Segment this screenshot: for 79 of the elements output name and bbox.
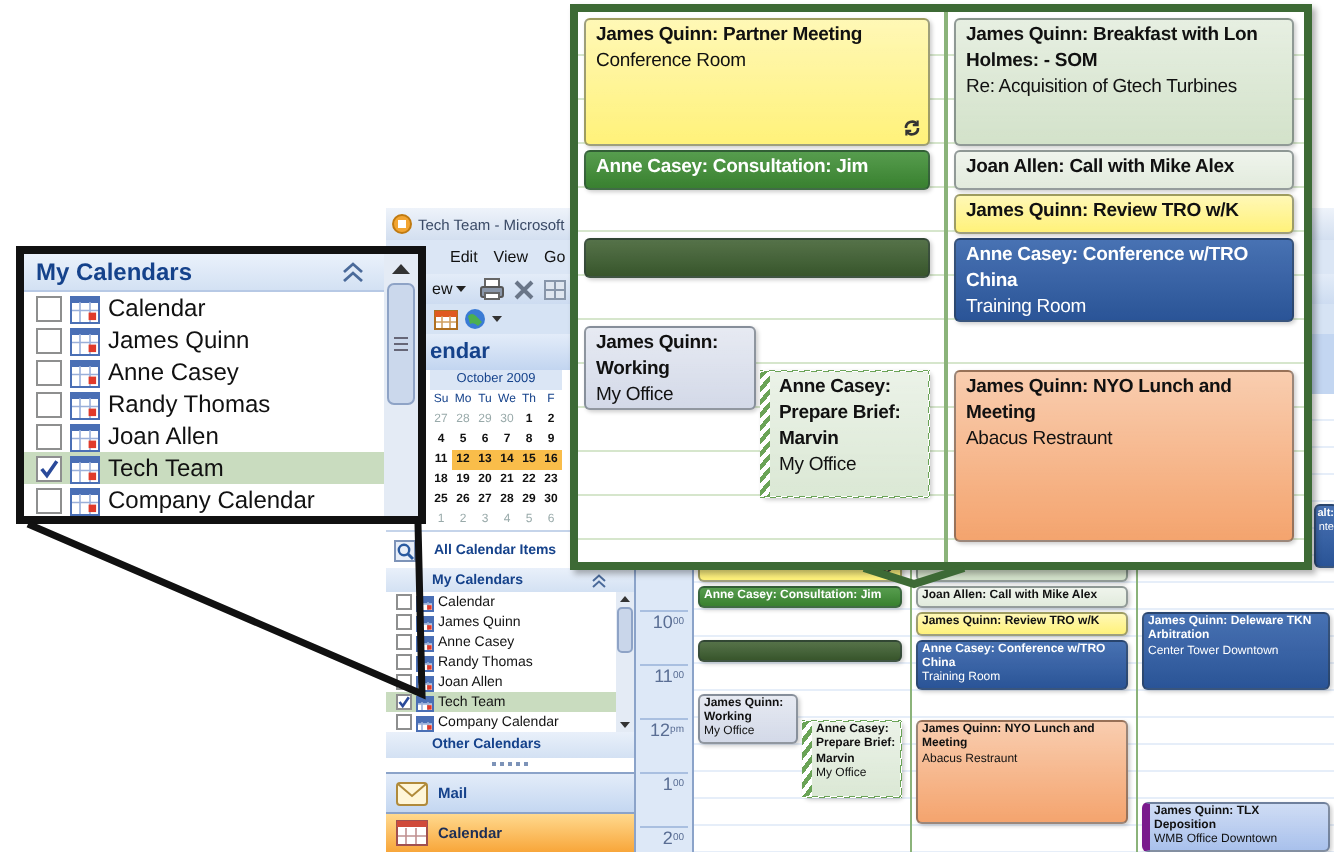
event-title: Anne Casey: Conference w/TRO China bbox=[966, 244, 1250, 296]
calendar-list-item[interactable]: James Quinn bbox=[24, 324, 384, 356]
scrollbar[interactable] bbox=[384, 254, 418, 516]
double-chevron-icon[interactable] bbox=[592, 573, 606, 587]
event-location: Re: Acquisition of Gtech Turbines bbox=[966, 75, 1240, 102]
checkbox[interactable] bbox=[396, 634, 412, 650]
checkbox[interactable] bbox=[36, 327, 62, 353]
calendar-event[interactable] bbox=[584, 238, 930, 279]
calendar-list-item[interactable]: Anne Casey bbox=[24, 356, 384, 388]
calendar-event[interactable]: James Quinn: Partner Meeting Conference Room bbox=[584, 18, 930, 147]
time-label: 10$^{00}$ bbox=[640, 610, 688, 664]
time-label: 2$^{00}$ bbox=[640, 826, 688, 852]
menu-item[interactable]: View bbox=[493, 248, 528, 266]
calendar-icon bbox=[70, 421, 100, 451]
calendar-event[interactable] bbox=[698, 639, 902, 662]
event-location: Training Room bbox=[966, 295, 1088, 322]
calendar-event[interactable]: James Quinn: NYO Lunch and Meeting Abacus Restraunt bbox=[954, 370, 1294, 543]
calendar-list-item[interactable]: Calendar bbox=[24, 292, 384, 324]
double-chevron-icon[interactable] bbox=[342, 262, 364, 282]
checkbox[interactable] bbox=[396, 654, 412, 670]
event-location: Conference Room bbox=[596, 49, 748, 76]
printer-icon[interactable] bbox=[480, 278, 505, 300]
new-button[interactable]: ew bbox=[428, 280, 471, 298]
calendar-icon bbox=[70, 389, 100, 419]
checkbox[interactable] bbox=[36, 487, 62, 513]
menu-item[interactable]: Go bbox=[544, 248, 566, 266]
calendar-list-item[interactable]: Company Calendar bbox=[24, 484, 384, 516]
event-title: Anne Casey: Consultation: Jim bbox=[596, 156, 871, 182]
calendar-event[interactable]: Anne Casey: Prepare Brief: Marvin My Office bbox=[759, 370, 930, 499]
event-title: James Quinn: Breakfast with Lon Holmes: - SOM bbox=[966, 24, 1260, 76]
grip-icon[interactable] bbox=[492, 760, 528, 768]
checkbox[interactable] bbox=[396, 694, 412, 710]
event-location: My Office bbox=[596, 383, 676, 410]
checkbox[interactable] bbox=[36, 295, 62, 321]
calendar-list-item[interactable]: Tech Team bbox=[24, 452, 384, 484]
calendar-icon bbox=[70, 357, 100, 387]
delete-icon[interactable] bbox=[514, 279, 535, 299]
calendar-icon bbox=[70, 453, 100, 483]
event-location: Abacus Restraunt bbox=[966, 427, 1115, 454]
menu-item[interactable]: Edit bbox=[450, 248, 478, 266]
calendar-icon bbox=[416, 713, 434, 731]
calendar-event[interactable]: Joan Allen: Call with Mike Alex bbox=[954, 150, 1294, 191]
calendar-icon bbox=[70, 325, 100, 355]
search-icon bbox=[394, 539, 416, 561]
scrollbar[interactable] bbox=[616, 592, 634, 732]
event-title: Anne Casey: Prepare Brief: Marvin bbox=[779, 376, 903, 454]
event-location: My Office bbox=[779, 453, 859, 479]
event-title: James Quinn: Review TRO w/K bbox=[966, 200, 1241, 226]
caret-icon bbox=[456, 286, 467, 292]
calendar-event[interactable]: James Quinn: Breakfast with Lon Holmes: - SOM Re: Acquisition of Gtech Turbines bbox=[954, 18, 1294, 147]
checkbox[interactable] bbox=[36, 391, 62, 417]
calendar-event[interactable]: Anne Casey: Conference w/TRO China Training Room bbox=[954, 238, 1294, 323]
time-label: 12$^{pm}$ bbox=[640, 718, 688, 772]
calendar-icon bbox=[70, 293, 100, 323]
checkbox[interactable] bbox=[36, 455, 62, 481]
envelope-icon bbox=[396, 781, 428, 805]
checkbox[interactable] bbox=[396, 594, 412, 610]
app-icon bbox=[392, 214, 412, 234]
time-label: 1$^{00}$ bbox=[640, 772, 688, 826]
event-title: James Quinn: NYO Lunch and Meeting bbox=[966, 376, 1234, 428]
calendar-icon bbox=[416, 693, 434, 711]
calendar-event[interactable]: Anne Casey: Consultation: Jim bbox=[584, 150, 930, 191]
checkbox[interactable] bbox=[36, 359, 62, 385]
section-header[interactable]: My Calendars bbox=[24, 254, 384, 292]
caret-icon[interactable] bbox=[492, 316, 502, 322]
calendar-list-item[interactable]: Randy Thomas bbox=[24, 388, 384, 420]
calendar-icon[interactable] bbox=[434, 308, 458, 330]
calendar-icon bbox=[70, 485, 100, 515]
event-title: James Quinn: Partner Meeting bbox=[596, 24, 865, 50]
time-label: 11$^{00}$ bbox=[640, 664, 688, 718]
calendar-list-item[interactable]: Joan Allen bbox=[24, 420, 384, 452]
event-title: Joan Allen: Call with Mike Alex bbox=[966, 156, 1237, 182]
checkbox[interactable] bbox=[36, 423, 62, 449]
calendar-event[interactable]: James Quinn: Working My Office bbox=[584, 326, 755, 411]
grid-icon[interactable] bbox=[544, 279, 567, 299]
checkbox[interactable] bbox=[396, 614, 412, 630]
calendar-event[interactable]: James Quinn: Review TRO w/K bbox=[954, 194, 1294, 235]
calendar-icon bbox=[396, 820, 428, 846]
checkbox[interactable] bbox=[396, 714, 412, 730]
